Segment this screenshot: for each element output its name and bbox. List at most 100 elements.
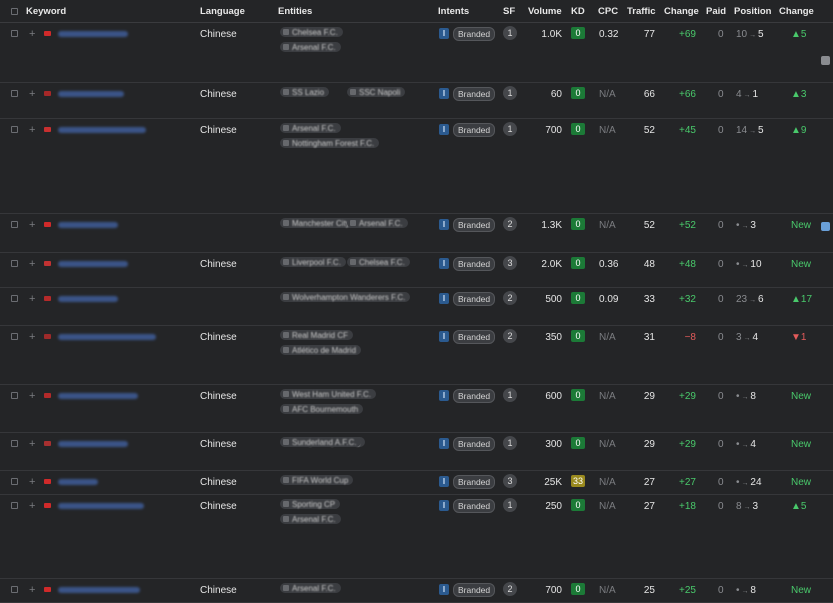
- row-checkbox[interactable]: [11, 260, 18, 267]
- entity-tag[interactable]: Arsenal F.C.: [280, 42, 341, 52]
- add-to-list-icon[interactable]: +: [29, 476, 35, 488]
- entity-tag[interactable]: Sunderland A.F.C.: [280, 437, 362, 447]
- keyword-link[interactable]: [58, 479, 98, 485]
- col-paid[interactable]: Paid: [706, 6, 726, 17]
- entity-icon: [283, 125, 289, 131]
- add-to-list-icon[interactable]: +: [29, 293, 35, 305]
- entity-tag[interactable]: AFC Bournemouth: [280, 404, 364, 414]
- entity-label: Arsenal F.C.: [292, 42, 336, 52]
- entity-tag[interactable]: West Ham United F.C.: [280, 389, 376, 399]
- row-checkbox[interactable]: [11, 478, 18, 485]
- row-checkbox[interactable]: [11, 90, 18, 97]
- entity-tag[interactable]: Arsenal F.C.: [280, 514, 341, 524]
- serp-features-count[interactable]: 2: [503, 291, 517, 305]
- entity-icon: [283, 501, 289, 507]
- serp-features-count[interactable]: 3: [503, 474, 517, 488]
- row-checkbox[interactable]: [11, 440, 18, 447]
- add-to-list-icon[interactable]: +: [29, 500, 35, 512]
- col-intents[interactable]: Intents: [438, 6, 469, 17]
- col-traffic[interactable]: Traffic: [627, 6, 656, 17]
- add-to-list-icon[interactable]: +: [29, 124, 35, 136]
- keyword-link[interactable]: [58, 91, 124, 97]
- position-change-cell: New: [791, 259, 812, 270]
- position-cell: • → 24: [736, 477, 762, 488]
- col-kd[interactable]: KD: [571, 6, 585, 17]
- keyword-link[interactable]: [58, 503, 144, 509]
- position-to: 5: [758, 125, 764, 136]
- branded-badge: Branded: [453, 389, 496, 403]
- serp-features-count[interactable]: 2: [503, 217, 517, 231]
- entity-tag[interactable]: SSC Napoli: [347, 87, 406, 97]
- entity-tag[interactable]: Real Madrid CF: [280, 330, 354, 340]
- col-position-change[interactable]: Change: [779, 6, 814, 17]
- col-entities[interactable]: Entities: [278, 6, 312, 17]
- keyword-link[interactable]: [58, 127, 146, 133]
- col-position[interactable]: Position: [734, 6, 771, 17]
- serp-features-count[interactable]: 1: [503, 436, 517, 450]
- entity-tag[interactable]: Sporting CP: [280, 499, 341, 509]
- entity-tag[interactable]: Arsenal F.C.: [280, 583, 341, 593]
- entity-tag[interactable]: Liverpool F.C.: [280, 257, 346, 267]
- paid-cell: 0: [718, 89, 724, 100]
- serp-features-count[interactable]: 2: [503, 329, 517, 343]
- kd-badge: 33: [571, 475, 585, 487]
- intent-badge: I: [439, 219, 449, 230]
- row-checkbox[interactable]: [11, 30, 18, 37]
- row-checkbox[interactable]: [11, 392, 18, 399]
- col-language[interactable]: Language: [200, 6, 245, 17]
- entity-tag[interactable]: SS Lazio: [280, 87, 330, 97]
- serp-features-count[interactable]: 1: [503, 86, 517, 100]
- keyword-link[interactable]: [58, 31, 128, 37]
- col-volume[interactable]: Volume: [528, 6, 562, 17]
- kd-badge: 0: [571, 499, 585, 511]
- serp-snapshot-icon[interactable]: [821, 56, 830, 65]
- keyword-link[interactable]: [58, 296, 118, 302]
- col-sf[interactable]: SF: [503, 6, 515, 17]
- serp-snapshot-icon[interactable]: [821, 222, 830, 231]
- add-to-list-icon[interactable]: +: [29, 331, 35, 343]
- volume-cell: 300: [545, 439, 562, 450]
- serp-features-count[interactable]: 2: [503, 582, 517, 596]
- keyword-link[interactable]: [58, 587, 140, 593]
- add-to-list-icon[interactable]: +: [29, 219, 35, 231]
- position-change-cell: ▲9: [791, 125, 807, 136]
- serp-features-count[interactable]: 1: [503, 122, 517, 136]
- entity-tag[interactable]: Wolverhampton Wanderers F.C.: [280, 292, 411, 302]
- row-checkbox[interactable]: [11, 502, 18, 509]
- add-to-list-icon[interactable]: +: [29, 438, 35, 450]
- entity-tag[interactable]: Chelsea F.C.: [347, 257, 410, 267]
- entity-tag[interactable]: Chelsea F.C.: [280, 27, 343, 37]
- serp-features-count[interactable]: 1: [503, 498, 517, 512]
- serp-features-count[interactable]: 3: [503, 256, 517, 270]
- add-to-list-icon[interactable]: +: [29, 390, 35, 402]
- row-checkbox[interactable]: [11, 333, 18, 340]
- row-checkbox[interactable]: [11, 295, 18, 302]
- col-cpc[interactable]: CPC: [598, 6, 618, 17]
- entity-tag[interactable]: Arsenal F.C.: [280, 123, 341, 133]
- keyword-link[interactable]: [58, 334, 156, 340]
- serp-features-count[interactable]: 1: [503, 388, 517, 402]
- language-cell: Chinese: [200, 501, 237, 512]
- country-flag-icon: [44, 503, 51, 508]
- row-checkbox[interactable]: [11, 221, 18, 228]
- entity-tag[interactable]: Nottingham Forest F.C.: [280, 138, 380, 148]
- add-to-list-icon[interactable]: +: [29, 258, 35, 270]
- entity-label: Sunderland A.F.C.: [292, 437, 357, 447]
- row-checkbox[interactable]: [11, 586, 18, 593]
- keyword-link[interactable]: [58, 222, 118, 228]
- serp-features-count[interactable]: 1: [503, 26, 517, 40]
- add-to-list-icon[interactable]: +: [29, 88, 35, 100]
- keyword-link[interactable]: [58, 441, 128, 447]
- col-change[interactable]: Change: [664, 6, 699, 17]
- row-checkbox[interactable]: [11, 126, 18, 133]
- add-to-list-icon[interactable]: +: [29, 584, 35, 596]
- select-all-checkbox[interactable]: [11, 8, 18, 15]
- keyword-link[interactable]: [58, 261, 128, 267]
- position-to: 8: [750, 391, 756, 402]
- add-to-list-icon[interactable]: +: [29, 28, 35, 40]
- col-keyword[interactable]: Keyword: [26, 6, 66, 17]
- entity-tag[interactable]: Atlético de Madrid: [280, 345, 362, 355]
- entity-tag[interactable]: Arsenal F.C.: [347, 218, 408, 228]
- keyword-link[interactable]: [58, 393, 138, 399]
- entity-tag[interactable]: FIFA World Cup: [280, 475, 354, 485]
